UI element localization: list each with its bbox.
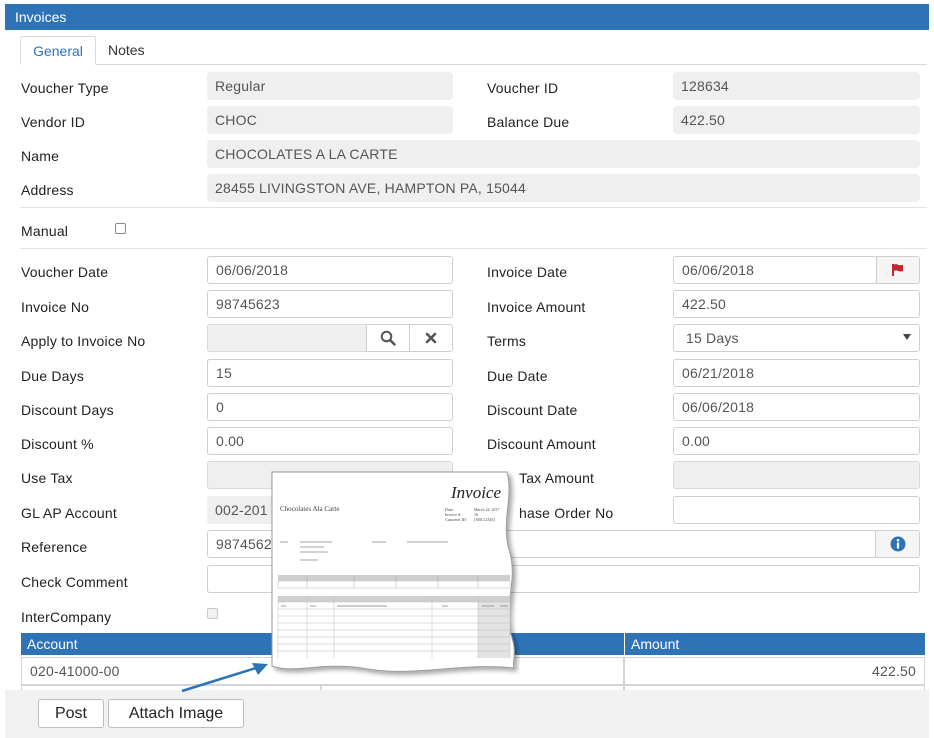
terms-select[interactable]: 15 Days: [673, 324, 920, 352]
invoice-document-image: Invoice Chocolates Ala Carte Date: Invoi…: [271, 471, 515, 672]
voucher-id-field: 128634: [673, 72, 920, 100]
intercompany-label: InterCompany: [21, 609, 112, 625]
info-icon: [890, 536, 905, 552]
due-date-label: Due Date: [487, 368, 548, 384]
voucher-date-input[interactable]: 06/06/2018: [207, 256, 453, 284]
search-icon: [380, 330, 396, 346]
invoice-image-title: Invoice: [450, 483, 501, 502]
discount-pct-label: Discount %: [21, 436, 94, 452]
invoice-amount-label: Invoice Amount: [487, 299, 586, 315]
discount-date-label: Discount Date: [487, 402, 578, 418]
window-title-bar: Invoices: [5, 4, 929, 30]
tax-amount-input: [673, 461, 920, 489]
name-field: CHOCOLATES A LA CARTE: [207, 140, 920, 168]
grid-cell-amount[interactable]: 422.50: [624, 657, 925, 685]
name-label: Name: [21, 148, 60, 164]
intercompany-checkbox[interactable]: [207, 608, 218, 619]
tabs-divider: [20, 64, 927, 65]
address-label: Address: [21, 182, 74, 198]
tax-amount-label: Tax Amount: [519, 470, 595, 486]
tab-notes[interactable]: Notes: [108, 36, 145, 65]
check-comment-label: Check Comment: [21, 574, 128, 590]
tab-general[interactable]: General: [20, 36, 96, 65]
discount-date-input[interactable]: 06/06/2018: [673, 393, 920, 421]
balance-due-label: Balance Due: [487, 114, 570, 130]
voucher-date-label: Voucher Date: [21, 264, 109, 280]
window-title: Invoices: [15, 9, 67, 25]
post-button[interactable]: Post: [38, 699, 104, 728]
section-divider: [20, 248, 927, 249]
invoice-image-company: Chocolates Ala Carte: [280, 505, 339, 513]
attach-image-button[interactable]: Attach Image: [108, 699, 244, 728]
info-button[interactable]: [875, 530, 920, 558]
manual-label: Manual: [21, 223, 69, 239]
discount-days-input[interactable]: 0: [207, 393, 453, 421]
manual-checkbox[interactable]: [115, 223, 126, 234]
invoice-image-meta-label: Customer ID:: [445, 517, 467, 522]
vendor-id-label: Vendor ID: [21, 114, 86, 130]
due-days-label: Due Days: [21, 368, 85, 384]
invoice-date-label: Invoice Date: [487, 264, 568, 280]
use-tax-label: Use Tax: [21, 470, 73, 486]
apply-to-invoice-input[interactable]: [207, 324, 367, 352]
clear-button[interactable]: [409, 324, 453, 352]
apply-to-invoice-label: Apply to Invoice No: [21, 333, 146, 349]
discount-amount-label: Discount Amount: [487, 436, 596, 452]
voucher-id-label: Voucher ID: [487, 80, 559, 96]
flag-button[interactable]: [876, 256, 920, 284]
discount-pct-input[interactable]: 0.00: [207, 427, 453, 455]
grid-header-amount[interactable]: Amount: [625, 633, 925, 655]
invoice-image-preview: Invoice Chocolates Ala Carte Date: Invoi…: [262, 468, 520, 680]
close-icon: [425, 332, 437, 344]
purchase-order-input[interactable]: [673, 496, 920, 524]
invoice-amount-input[interactable]: 422.50: [673, 290, 920, 318]
voucher-type-label: Voucher Type: [21, 80, 109, 96]
balance-due-field: 422.50: [673, 106, 920, 134]
discount-days-label: Discount Days: [21, 402, 114, 418]
terms-selected-value: 15 Days: [686, 330, 739, 346]
invoice-image-meta-value: [ABC12345]: [474, 517, 496, 522]
discount-amount-input[interactable]: 0.00: [673, 427, 920, 455]
vendor-id-field: CHOC: [207, 106, 453, 134]
due-date-input[interactable]: 06/21/2018: [673, 359, 920, 387]
flag-icon: [892, 264, 903, 276]
invoice-no-label: Invoice No: [21, 299, 90, 315]
invoice-date-input[interactable]: 06/06/2018: [673, 256, 877, 284]
gl-ap-account-label: GL AP Account: [21, 505, 117, 521]
chevron-down-icon: [903, 334, 911, 340]
reference-label: Reference: [21, 539, 88, 555]
section-divider: [20, 207, 927, 208]
terms-label: Terms: [487, 333, 527, 349]
pointer-arrow-icon: [181, 663, 268, 693]
due-days-input[interactable]: 15: [207, 359, 453, 387]
invoice-no-input[interactable]: 98745623: [207, 290, 453, 318]
purchase-order-label: hase Order No: [519, 505, 614, 521]
address-field: 28455 LIVINGSTON AVE, HAMPTON PA, 15044: [207, 174, 920, 202]
search-button[interactable]: [366, 324, 410, 352]
voucher-type-field: Regular: [207, 72, 453, 100]
